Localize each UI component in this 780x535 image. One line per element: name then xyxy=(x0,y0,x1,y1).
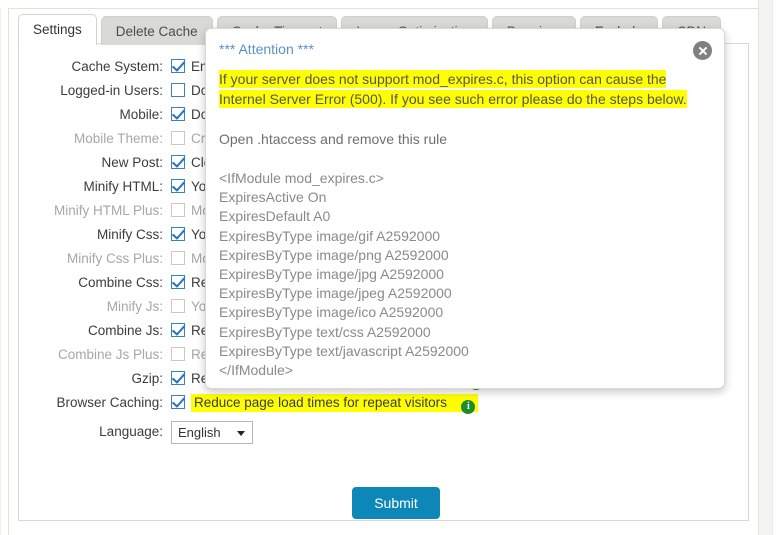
setting-label: Combine Css: xyxy=(78,275,163,291)
language-row: Language: English xyxy=(0,415,700,449)
setting-label: Minify HTML: xyxy=(83,179,163,195)
setting-label: Mobile: xyxy=(119,107,163,123)
setting-description: Reduce page load times for repeat visito… xyxy=(191,394,479,415)
checkbox xyxy=(171,299,185,313)
setting-control: Mo xyxy=(171,199,210,223)
language-select[interactable]: English xyxy=(171,420,253,444)
checkbox[interactable] xyxy=(171,395,185,409)
rule-line: ExpiresByType image/png A2592000 xyxy=(219,246,449,263)
setting-label: Minify Css: xyxy=(96,227,163,243)
submit-row: Submit xyxy=(0,487,780,519)
rule-line: ExpiresByType image/jpeg A2592000 xyxy=(219,285,452,302)
rule-line: ExpiresByType image/gif A2592000 xyxy=(219,227,441,244)
language-control: English xyxy=(171,415,253,449)
checkbox[interactable] xyxy=(171,323,185,337)
attention-dialog: *** Attention *** If your server does no… xyxy=(205,28,725,389)
checkbox[interactable] xyxy=(171,107,185,121)
setting-label: Combine Js: xyxy=(87,323,163,339)
setting-control: Mo xyxy=(171,247,210,271)
setting-label: Minify Js: xyxy=(106,299,163,315)
checkbox[interactable] xyxy=(171,155,185,169)
setting-control: Do xyxy=(171,79,208,103)
chevron-down-icon xyxy=(237,430,245,436)
checkbox xyxy=(171,251,185,265)
dialog-body: If your server does not support mod_expi… xyxy=(219,69,711,380)
page-frame: SettingsDelete CacheCache TimeoutImage O… xyxy=(0,0,780,535)
rule-line: ExpiresByType image/ico A2592000 xyxy=(219,304,444,321)
setting-label: Mobile Theme: xyxy=(73,131,163,147)
close-icon[interactable] xyxy=(693,41,712,60)
setting-row: Browser Caching: Reduce page load times f… xyxy=(0,391,700,415)
checkbox[interactable] xyxy=(171,59,185,73)
setting-control: Do xyxy=(171,103,208,127)
frame-edge xyxy=(772,0,773,535)
setting-label: New Post: xyxy=(101,155,163,171)
info-icon[interactable]: i xyxy=(461,400,476,415)
rule-line: ExpiresByType text/javascript A2592000 xyxy=(219,342,469,359)
dialog-instruction: Open .htaccess and remove this rule xyxy=(219,131,448,147)
language-value: English xyxy=(178,424,221,440)
checkbox[interactable] xyxy=(171,179,185,193)
checkbox xyxy=(171,131,185,145)
setting-label: Browser Caching: xyxy=(56,395,163,411)
tab-settings[interactable]: Settings xyxy=(18,14,97,45)
setting-control: Reduce page load times for repeat visito… xyxy=(171,391,479,415)
frame-edge xyxy=(759,0,772,535)
warning-line: If your server does not support mod_expi… xyxy=(219,70,667,88)
language-label: Language: xyxy=(99,424,163,439)
setting-label: Logged-in Users: xyxy=(60,83,163,99)
checkbox[interactable] xyxy=(171,227,185,241)
rule-line: ExpiresByType image/jpg A2592000 xyxy=(219,266,444,283)
checkbox[interactable] xyxy=(171,83,185,97)
rule-line: <IfModule mod_expires.c> xyxy=(219,170,384,186)
checkbox[interactable] xyxy=(171,275,185,289)
frame-edge xyxy=(9,8,758,9)
setting-label: Gzip: xyxy=(131,371,163,387)
frame-edge xyxy=(758,0,759,535)
warning-line: Internel Server Error (500). If you see … xyxy=(219,90,687,108)
rule-line: ExpiresDefault A0 xyxy=(219,208,331,225)
dialog-warning: If your server does not support mod_expi… xyxy=(219,69,711,109)
dialog-rule-code: <IfModule mod_expires.c> ExpiresActive On… xyxy=(219,169,711,380)
setting-label: Minify HTML Plus: xyxy=(53,203,163,219)
dialog-title: *** Attention *** xyxy=(219,41,314,57)
submit-button[interactable]: Submit xyxy=(352,487,440,519)
checkbox[interactable] xyxy=(171,371,185,385)
setting-label: Combine Js Plus: xyxy=(57,347,163,363)
setting-label: Cache System: xyxy=(71,59,163,75)
rule-line: ExpiresActive On xyxy=(219,189,327,206)
checkbox xyxy=(171,203,185,217)
rule-line: </IfModule> xyxy=(219,362,293,379)
tab-delete-cache[interactable]: Delete Cache xyxy=(100,16,213,45)
setting-label: Minify Css Plus: xyxy=(66,251,163,267)
checkbox xyxy=(171,347,185,361)
rule-line: ExpiresByType text/css A2592000 xyxy=(219,323,431,340)
